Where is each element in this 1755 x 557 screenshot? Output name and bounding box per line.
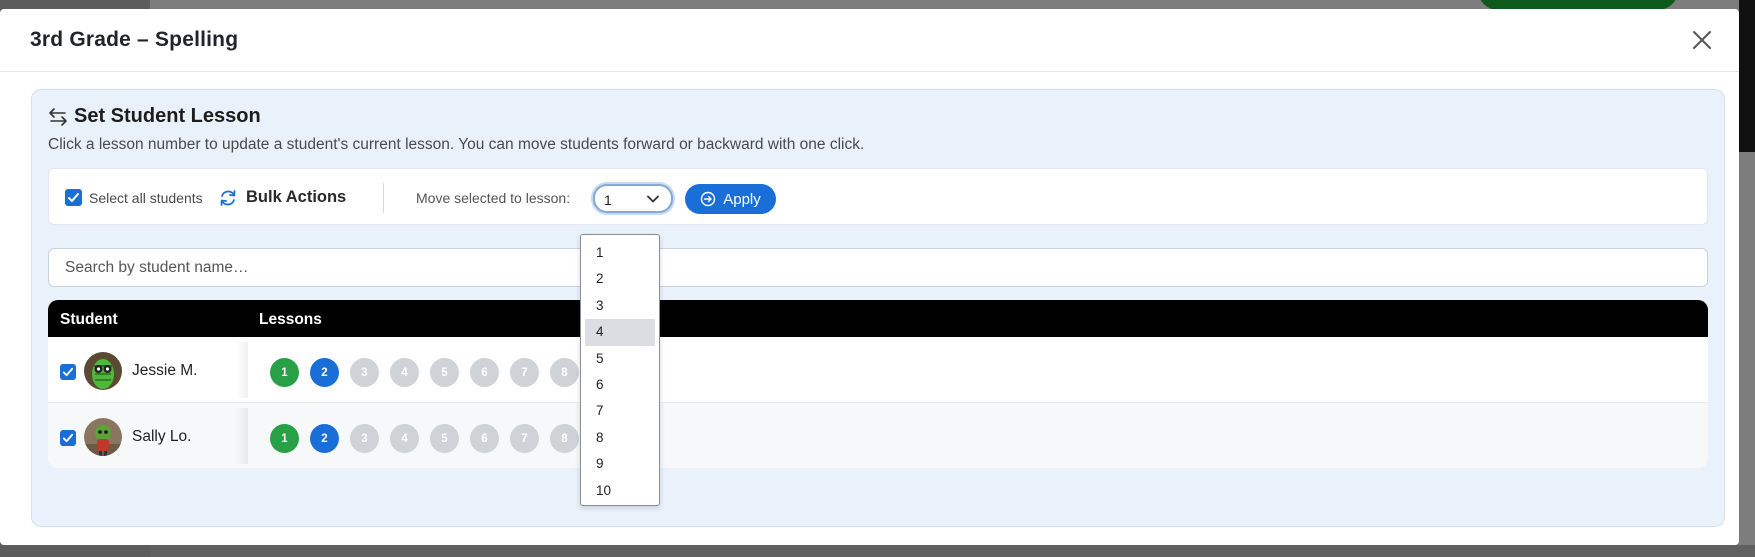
table-row: Sally Lo. 1 2 3 4 5 6 7 8 <box>48 403 1708 468</box>
student-search <box>48 248 1708 287</box>
apply-button[interactable]: Apply <box>685 184 776 214</box>
lesson-buttons: 1 2 3 4 5 6 7 8 <box>270 424 579 453</box>
dropdown-option[interactable]: 6 <box>585 372 655 398</box>
lesson-modal: 3rd Grade – Spelling Set Student Lesson … <box>0 9 1739 545</box>
lesson-button[interactable]: 3 <box>350 358 379 387</box>
checkbox-checked-icon <box>62 367 74 377</box>
dropdown-option[interactable]: 7 <box>585 398 655 424</box>
lesson-button[interactable]: 2 <box>310 424 339 453</box>
dropdown-option[interactable]: 8 <box>585 425 655 451</box>
dropdown-option[interactable]: 2 <box>585 266 655 292</box>
lesson-button[interactable]: 8 <box>550 358 579 387</box>
modal-header: 3rd Grade – Spelling <box>0 9 1739 72</box>
table-header: Student Lessons <box>48 300 1708 337</box>
select-all-checkbox[interactable] <box>65 189 82 206</box>
panel-title-text: Set Student Lesson <box>74 105 261 127</box>
dropdown-option[interactable]: 10 <box>585 478 655 504</box>
lesson-select-value: 1 <box>604 192 612 208</box>
bulk-actions-label: Bulk Actions <box>246 188 347 206</box>
dropdown-option[interactable]: 9 <box>585 451 655 477</box>
avatar <box>84 418 122 456</box>
column-header-student: Student <box>60 311 118 328</box>
apply-label: Apply <box>723 190 761 208</box>
lesson-button[interactable]: 5 <box>430 424 459 453</box>
background-right-bar <box>1739 0 1755 152</box>
lesson-button[interactable]: 4 <box>390 358 419 387</box>
lesson-buttons: 1 2 3 4 5 6 7 8 <box>270 358 579 387</box>
toolbar-divider <box>383 183 384 213</box>
select-all-label: Select all students <box>89 190 203 206</box>
sync-icon <box>220 190 236 206</box>
avatar <box>84 352 122 390</box>
students-table: Student Lessons Jessie M. 1 2 3 4 5 6 7 … <box>48 300 1708 468</box>
chevron-down-icon <box>647 195 659 203</box>
lesson-button[interactable]: 3 <box>350 424 379 453</box>
student-checkbox[interactable] <box>60 430 76 446</box>
modal-title: 3rd Grade – Spelling <box>30 28 239 51</box>
dropdown-option[interactable]: 3 <box>585 293 655 319</box>
checkbox-checked-icon <box>68 193 79 202</box>
panel-title: Set Student Lesson <box>48 105 261 128</box>
lesson-button[interactable]: 1 <box>270 424 299 453</box>
checkbox-checked-icon <box>62 433 74 443</box>
lesson-button[interactable]: 5 <box>430 358 459 387</box>
student-name: Jessie M. <box>132 362 198 379</box>
student-checkbox[interactable] <box>60 364 76 380</box>
lesson-button[interactable]: 6 <box>470 424 499 453</box>
column-separator <box>236 408 248 464</box>
close-button[interactable] <box>1689 27 1715 53</box>
background-footer <box>150 545 1755 557</box>
swap-arrows-icon <box>49 107 67 126</box>
move-to-lesson-label: Move selected to lesson: <box>416 190 571 206</box>
lesson-dropdown-list: 1 2 3 4 5 6 7 8 9 10 <box>580 234 660 506</box>
arrow-circle-right-icon <box>701 191 716 207</box>
bulk-toolbar: Select all students Bulk Actions Move se… <box>48 168 1708 225</box>
lesson-button[interactable]: 4 <box>390 424 419 453</box>
lesson-button[interactable]: 7 <box>510 358 539 387</box>
table-row: Jessie M. 1 2 3 4 5 6 7 8 <box>48 337 1708 403</box>
close-icon <box>1693 31 1711 49</box>
column-header-lessons: Lessons <box>259 311 322 328</box>
lesson-select[interactable]: 1 <box>593 184 673 213</box>
panel-description: Click a lesson number to update a studen… <box>48 136 865 153</box>
lesson-button[interactable]: 6 <box>470 358 499 387</box>
set-lesson-panel: Set Student Lesson Click a lesson number… <box>31 89 1725 527</box>
lesson-button[interactable]: 1 <box>270 358 299 387</box>
lesson-button[interactable]: 8 <box>550 424 579 453</box>
student-name: Sally Lo. <box>132 428 192 445</box>
dropdown-option[interactable]: 1 <box>585 240 655 266</box>
dropdown-option-highlighted[interactable]: 4 <box>585 319 655 346</box>
search-input[interactable] <box>49 249 1707 286</box>
lesson-button[interactable]: 2 <box>310 358 339 387</box>
lesson-button[interactable]: 7 <box>510 424 539 453</box>
dropdown-option[interactable]: 5 <box>585 346 655 372</box>
column-separator <box>236 342 248 398</box>
